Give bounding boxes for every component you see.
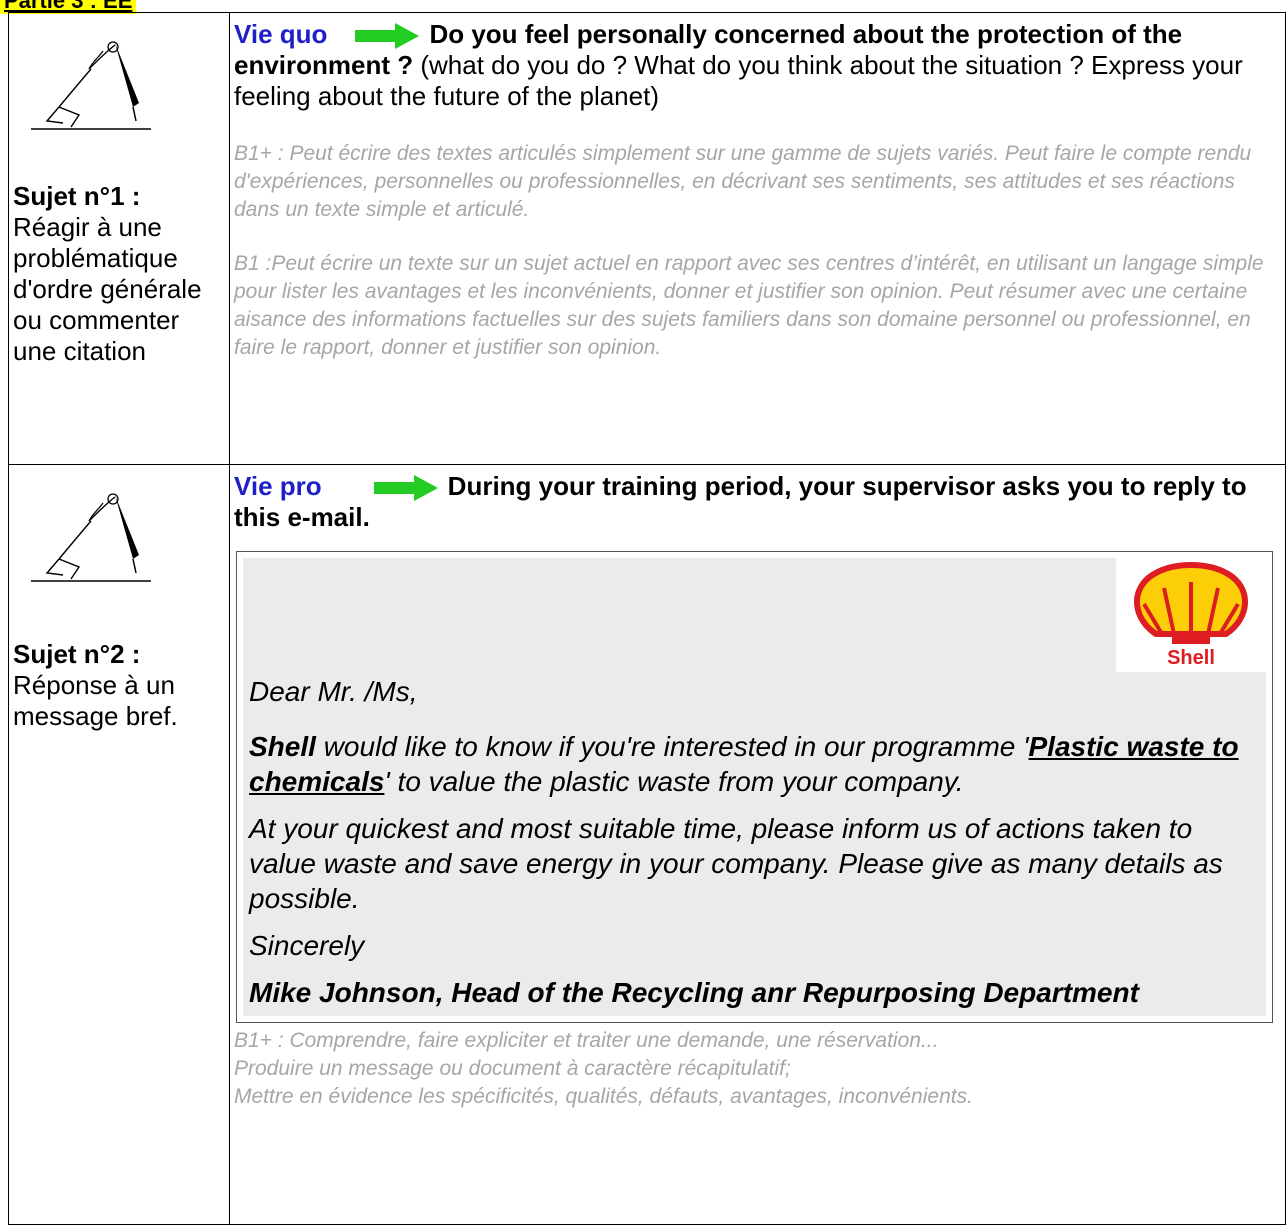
tag-vie-quo: Vie quo bbox=[234, 19, 328, 49]
subject-content-cell-1: Vie quo Do you feel personally concerned … bbox=[229, 12, 1286, 465]
subject-1-description: Réagir à une problématique d'ordre génér… bbox=[13, 212, 202, 366]
email-signature: Mike Johnson, Head of the Recycling anr … bbox=[249, 977, 1139, 1008]
subject-label-cell-1: Sujet n°1 : Réagir à une problématique d… bbox=[8, 12, 230, 465]
subject-row-2: Sujet n°2 : Réponse à un message bref. V… bbox=[8, 464, 1286, 1225]
email-paragraph-2: At your quickest and most suitable time,… bbox=[249, 813, 1223, 914]
tag-vie-pro: Vie pro bbox=[234, 471, 322, 501]
criteria-line-1: B1+ : Comprendre, faire expliciter et tr… bbox=[234, 1029, 939, 1052]
subject-content-cell-2: Vie pro During your training period, your… bbox=[229, 464, 1286, 1225]
question-1: Vie quo Do you feel personally concerned … bbox=[234, 19, 1285, 112]
email-company-name: Shell bbox=[249, 731, 316, 762]
email-p1-text-end: ' to value the plastic waste from your c… bbox=[384, 766, 964, 797]
subject-2-title: Sujet n°2 : bbox=[13, 639, 141, 669]
subject-label-cell-2: Sujet n°2 : Réponse à un message bref. bbox=[8, 464, 230, 1225]
subject-2-description: Réponse à un message bref. bbox=[13, 670, 178, 731]
criteria-b1: B1 :Peut écrire un texte sur un sujet ac… bbox=[234, 252, 1264, 359]
stick-figure-pen-icon bbox=[31, 41, 151, 130]
green-arrow-icon bbox=[355, 23, 420, 50]
criteria-line-2: Produire un message ou document à caract… bbox=[234, 1057, 791, 1080]
shell-logo-text: Shell bbox=[1167, 647, 1215, 669]
email-closing: Sincerely bbox=[249, 930, 365, 961]
subject-row-1: Sujet n°1 : Réagir à une problématique d… bbox=[8, 12, 1286, 465]
subject-1-title: Sujet n°1 : bbox=[13, 181, 141, 211]
email-paragraph-1: Shell would like to know if you're inter… bbox=[249, 729, 1256, 799]
stick-figure-pen-icon bbox=[31, 493, 151, 582]
shell-logo: Shell bbox=[1116, 558, 1266, 672]
email-p1-text: would like to know if you're interested … bbox=[315, 731, 1029, 762]
email-box: Shell Dear Mr. /Ms, Shell would like to … bbox=[236, 551, 1273, 1023]
subjects-table: Sujet n°1 : Réagir à une problématique d… bbox=[8, 12, 1286, 1225]
email-greeting: Dear Mr. /Ms, bbox=[249, 676, 418, 707]
green-arrow-icon bbox=[373, 475, 438, 502]
criteria-line-3: Mettre en évidence les spécificités, qua… bbox=[234, 1085, 973, 1108]
criteria-b1plus: B1+ : Peut écrire des textes articulés s… bbox=[234, 142, 1252, 221]
question-2: Vie pro During your training period, your… bbox=[234, 471, 1285, 533]
